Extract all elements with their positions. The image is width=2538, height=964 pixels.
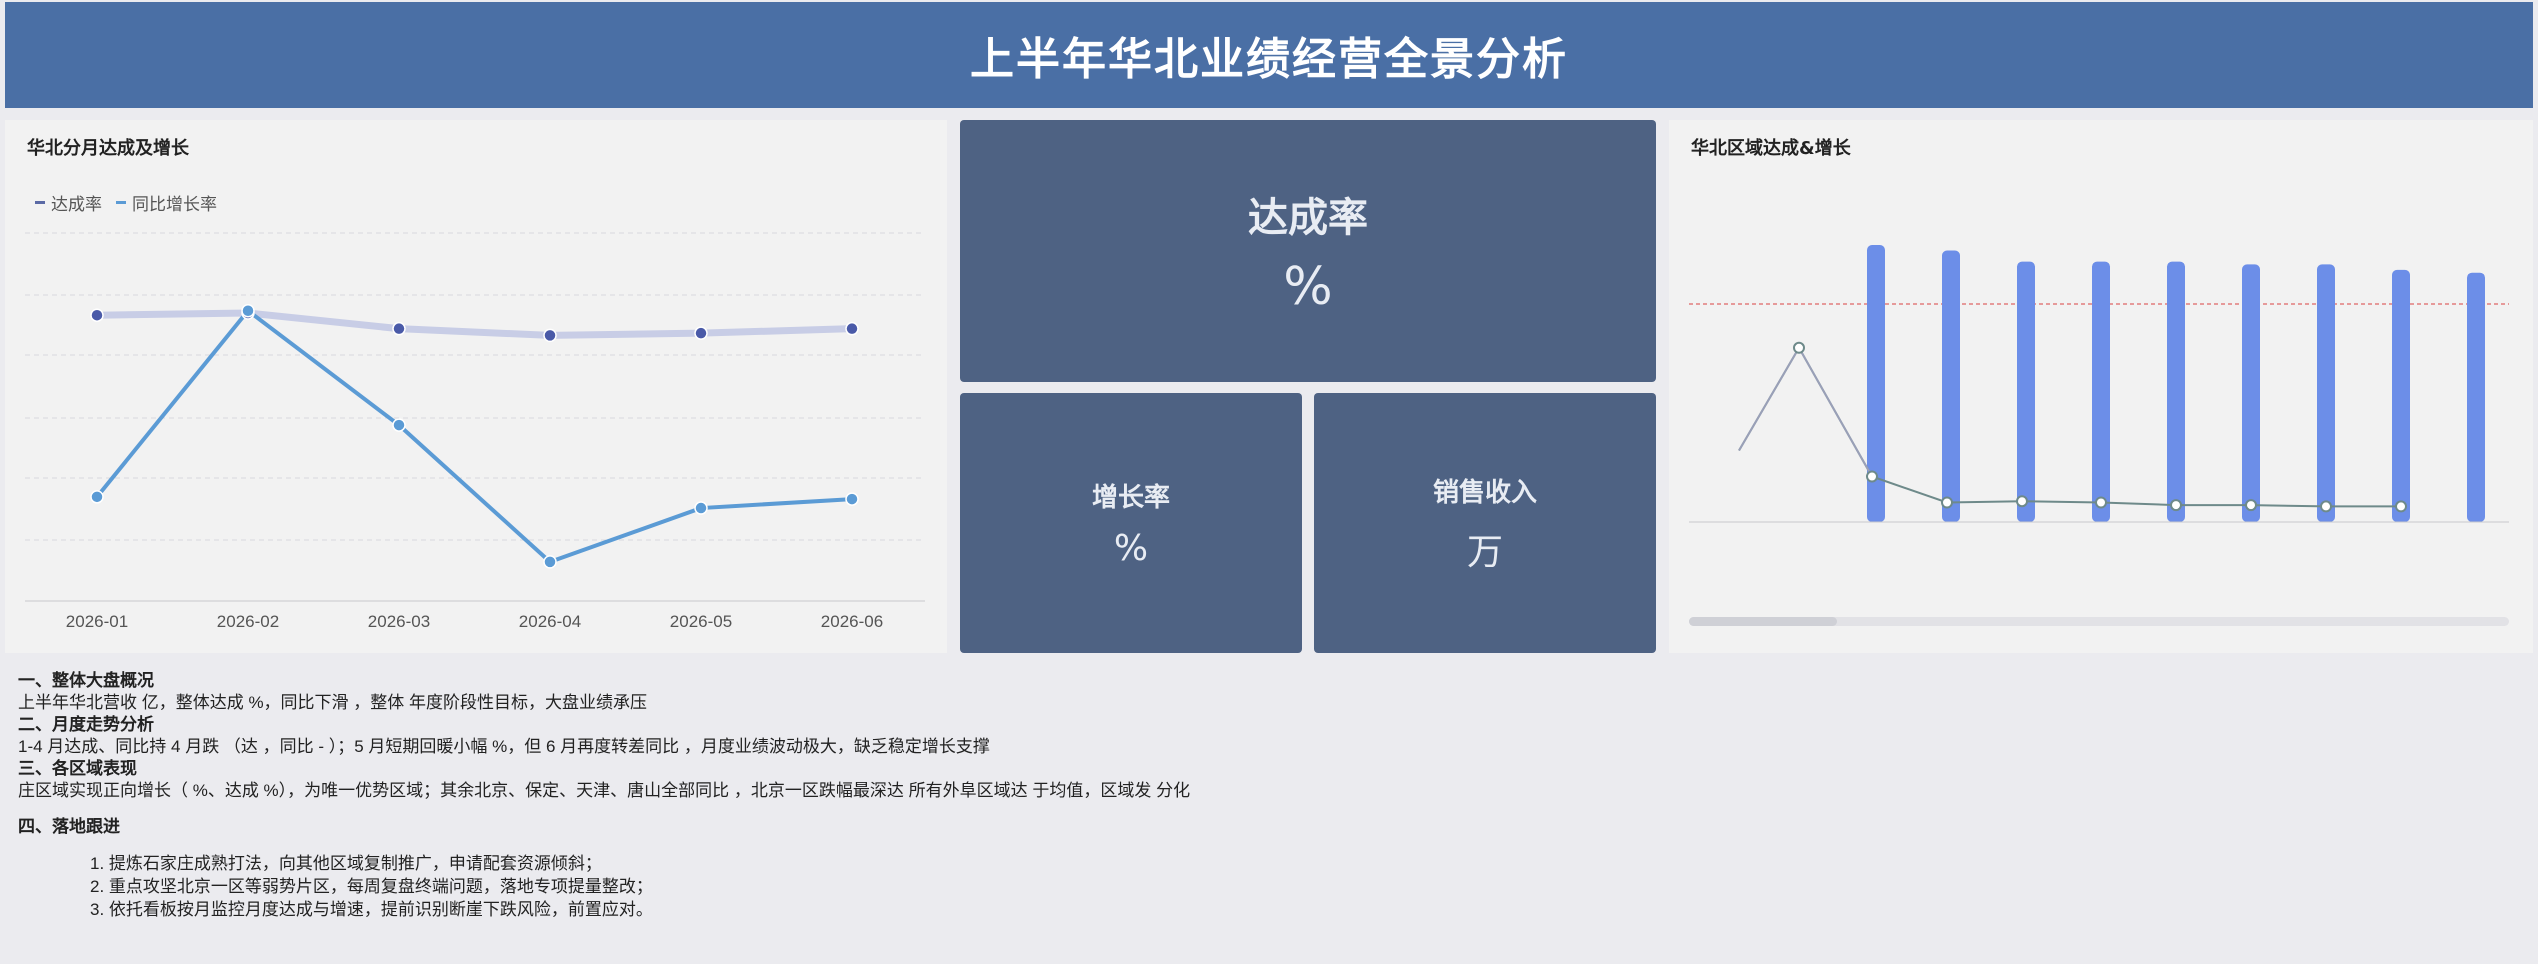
page-title: 上半年华北业绩经营全景分析 <box>970 34 1568 85</box>
growth-line-segment <box>1738 345 1873 477</box>
section-body-region: 庄区域实现正向增长（ %、达成 %），为唯一优势区域；其余北京、保定、天津、唐山… <box>18 781 1191 800</box>
kpi-growth-label: 增长率 <box>1091 483 1170 513</box>
kpi-growth-value: % <box>1113 528 1149 569</box>
region-bar <box>2242 264 2260 522</box>
data-point <box>90 308 104 322</box>
data-point <box>392 321 406 336</box>
region-combo-chart <box>1689 245 2509 523</box>
series-line-yoy <box>95 308 853 564</box>
list-item: 1. 提炼石家庄成熟打法，向其他区域复制推广，申请配套资源倾斜； <box>90 854 602 873</box>
region-bar <box>2317 264 2335 522</box>
section-heading-monthly: 二、月度走势分析 <box>18 715 154 734</box>
kpi-achievement-value: % <box>1283 257 1333 317</box>
kpi-achievement-label: 达成率 <box>1248 195 1368 241</box>
region-chart-panel: 华北区域达成&增长 <box>1669 120 2533 653</box>
monthly-chart-panel: 华北分月达成及增长 达成率 同比增长率 2026-01 2026-02 2026-0… <box>5 120 947 653</box>
list-item: 3. 依托看板按月监控月度达成与增速，提前识别断崖下跌风险，前置应对。 <box>90 900 653 919</box>
section-heading-followup: 四、落地跟进 <box>18 817 120 836</box>
chart-horizontal-scrollbar[interactable] <box>1689 617 2509 626</box>
followup-list: 1. 提炼石家庄成熟打法，向其他区域复制推广，申请配套资源倾斜； 2. 重点攻坚… <box>18 852 2518 921</box>
section-heading-region: 三、各区域表现 <box>18 759 137 778</box>
growth-point <box>1793 341 1805 354</box>
region-bar <box>2092 261 2110 522</box>
data-point <box>694 326 708 340</box>
x-tick-label: 2026-01 <box>66 612 128 631</box>
scrollbar-thumb[interactable] <box>1689 617 1837 626</box>
section-heading-overview: 一、整体大盘概况 <box>18 671 154 690</box>
monthly-line-chart: 2026-01 2026-02 2026-03 2026-04 2026-05 2026-… <box>25 232 925 631</box>
growth-point <box>2320 500 2332 513</box>
analysis-section: 一、整体大盘概况 上半年华北营收 亿，整体达成 %，同比下滑 ，整体 年度阶段性… <box>18 670 2518 921</box>
region-bar <box>2467 272 2485 522</box>
x-tick-label: 2026-04 <box>519 612 581 631</box>
growth-point <box>1941 496 1953 509</box>
data-point <box>241 303 255 318</box>
growth-point <box>2170 499 2182 512</box>
section-body-overview: 上半年华北营收 亿，整体达成 %，同比下滑 ，整体 年度阶段性目标，大盘业绩承压 <box>18 693 648 712</box>
data-point <box>845 492 859 506</box>
x-tick-label: 2026-06 <box>821 612 883 631</box>
region-bar <box>2017 261 2035 522</box>
data-point <box>90 490 104 504</box>
data-point <box>392 418 406 432</box>
kpi-card-growth: 增长率 % <box>960 393 1302 653</box>
list-item: 2. 重点攻坚北京一区等弱势片区，每周复盘终端问题，落地专项提量整改； <box>90 877 653 896</box>
section-body-monthly: 1-4 月达成、同比持 4 月跌 （达 ，同比 - ）；5 月短期回暖小幅 %，… <box>18 737 990 756</box>
growth-point <box>2395 500 2407 513</box>
region-bar <box>2167 261 2185 522</box>
growth-point <box>2016 495 2028 508</box>
data-point <box>543 555 557 569</box>
data-point <box>845 321 859 336</box>
growth-point <box>2245 499 2257 512</box>
series-line-achievement <box>96 309 853 339</box>
data-point <box>543 328 557 343</box>
dashboard-header: 上半年华北业绩经营全景分析 <box>5 2 2533 108</box>
growth-point <box>2095 496 2107 509</box>
x-tick-label: 2026-03 <box>368 612 430 631</box>
kpi-card-achievement: 达成率 % <box>960 120 1656 382</box>
kpi-sales-value: 万 <box>1466 531 1503 573</box>
region-bar <box>1942 250 1960 523</box>
kpi-sales-label: 销售收入 <box>1432 477 1537 508</box>
x-tick-label: 2026-05 <box>670 612 732 631</box>
data-point <box>694 501 708 515</box>
growth-line <box>1738 345 2401 508</box>
growth-point <box>1866 470 1878 483</box>
kpi-card-sales: 销售收入 万 <box>1314 393 1656 653</box>
region-bar <box>2392 269 2410 522</box>
x-tick-label: 2026-02 <box>217 612 279 631</box>
